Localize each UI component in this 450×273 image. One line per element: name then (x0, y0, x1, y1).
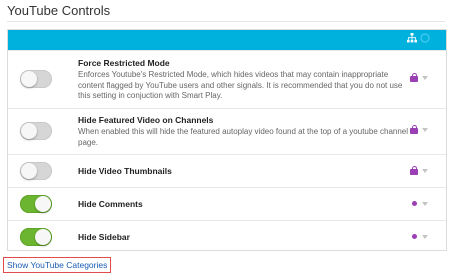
lock-icon (410, 125, 418, 134)
setting-title: Hide Video Thumbnails (78, 166, 172, 176)
toggle-knob (21, 123, 37, 139)
chevron-down-icon[interactable] (422, 127, 428, 132)
toggle-knob (21, 163, 37, 179)
setting-description: When enabled this will hide the featured… (78, 127, 409, 147)
settings-panel: Force Restricted Mode Enforces Youtube's… (7, 29, 447, 251)
dot-icon (411, 201, 417, 206)
force-restricted-mode-toggle[interactable] (20, 70, 52, 88)
hide-sidebar-toggle[interactable] (20, 228, 52, 246)
setting-status (410, 234, 428, 239)
toggle-knob (21, 71, 37, 87)
setting-title: Hide Sidebar (78, 232, 130, 242)
hide-video-thumbnails-toggle[interactable] (20, 162, 52, 180)
setting-row-hide-sidebar: Hide Sidebar (8, 220, 446, 252)
lock-icon (410, 166, 418, 175)
title-divider (7, 21, 445, 22)
setting-description: Enforces Youtube's Restricted Mode, whic… (78, 70, 403, 100)
dot-icon (411, 234, 417, 239)
setting-status (410, 201, 428, 206)
setting-status (410, 125, 428, 134)
hide-featured-video-toggle[interactable] (20, 122, 52, 140)
setting-row-force-restricted-mode: Force Restricted Mode Enforces Youtube's… (8, 50, 446, 108)
circle-icon[interactable] (420, 33, 430, 43)
setting-status (410, 73, 428, 82)
hide-comments-toggle[interactable] (20, 195, 52, 213)
setting-title: Hide Featured Video on Channels (78, 115, 214, 125)
toggle-knob (35, 229, 51, 245)
setting-row-hide-video-thumbnails: Hide Video Thumbnails (8, 154, 446, 187)
panel-header (8, 30, 446, 50)
section-title: YouTube Controls (7, 3, 111, 18)
setting-title: Force Restricted Mode (78, 58, 170, 68)
setting-row-hide-featured-video: Hide Featured Video on Channels When ena… (8, 108, 446, 154)
chevron-down-icon[interactable] (422, 75, 428, 80)
setting-title: Hide Comments (78, 199, 143, 209)
toggle-knob (35, 196, 51, 212)
show-youtube-categories-link[interactable]: Show YouTube Categories (3, 257, 112, 273)
sitemap-icon[interactable] (407, 33, 417, 43)
chevron-down-icon[interactable] (422, 168, 428, 173)
lock-icon (410, 73, 418, 82)
chevron-down-icon[interactable] (422, 201, 428, 206)
chevron-down-icon[interactable] (422, 234, 428, 239)
setting-row-hide-comments: Hide Comments (8, 187, 446, 220)
setting-status (410, 166, 428, 175)
